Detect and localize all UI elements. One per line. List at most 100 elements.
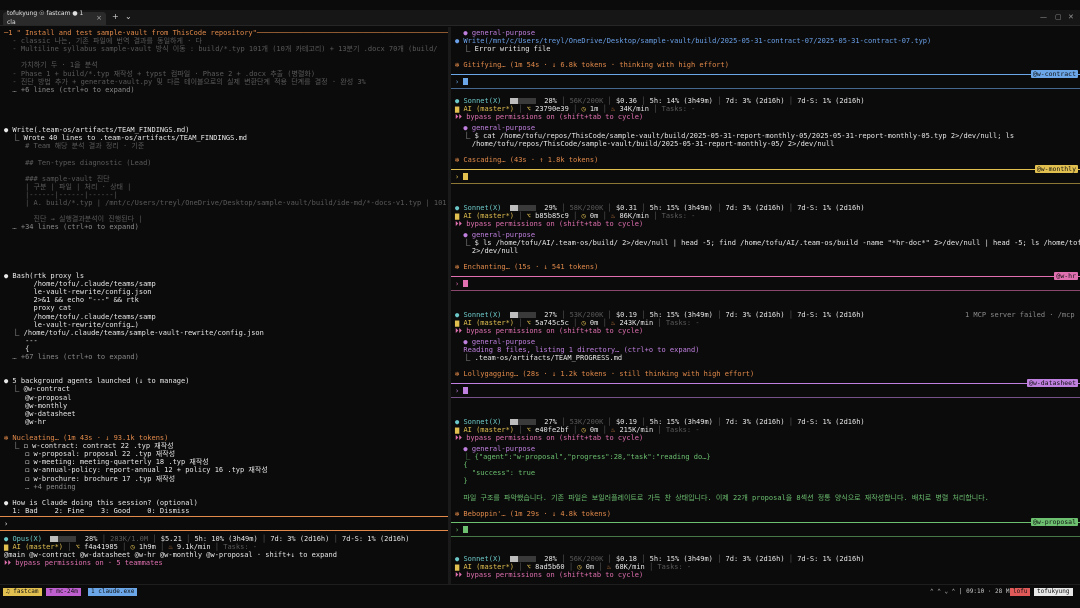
status-sep: │ [653, 426, 666, 434]
context-usage-bar [50, 536, 77, 542]
close-icon[interactable]: × [96, 14, 102, 22]
status-commit: 23790e39 [535, 105, 569, 113]
bypass-permissions-line: ⏵⏵ bypass permissions on (shift+tab to c… [455, 434, 644, 442]
status-pct: 27% [544, 418, 557, 426]
status-sep: │ [556, 555, 570, 563]
status-tasks: Tasks: - [665, 319, 700, 327]
terminal-line: 2>/dev/null [455, 247, 519, 256]
agent-label-w-datasheet[interactable]: @w-datasheet [1027, 378, 1078, 387]
status-tokens: 53K/200K [569, 418, 604, 426]
status-sep: │ [514, 563, 527, 571]
status-sep: │ [556, 418, 570, 426]
agent-label-w-monthly[interactable]: @w-monthly [1034, 164, 1078, 173]
status-sep: │ [63, 543, 76, 551]
status-sep [536, 204, 544, 212]
status-sep: │ [564, 563, 578, 571]
status-sep: │ [637, 555, 650, 563]
status-rate: 215K/min [619, 426, 654, 434]
status-sep: │ [257, 535, 271, 543]
status-sep: ◷ [581, 212, 590, 220]
status-sep: │ [594, 563, 607, 571]
status-d7s: 7d-S: 1% (2d16h) [797, 311, 865, 319]
status-sep [76, 535, 84, 543]
status-sep: │ [97, 535, 111, 543]
agent-label-w-hr[interactable]: @w-hr [1054, 271, 1078, 280]
tab-terminal[interactable]: tofukyung ☉ fastcam ● 1 cla × [3, 10, 106, 26]
agent-prompt[interactable]: › [455, 386, 469, 396]
maximize-button[interactable]: ▢ [1055, 13, 1062, 21]
minimize-button[interactable]: — [1040, 13, 1047, 21]
status-sep: ⌥ [75, 543, 85, 551]
status-h5: 5h: 15% (3h49m) [649, 311, 713, 319]
agent-prompt[interactable]: › [455, 279, 469, 289]
status-sep: │ [712, 311, 726, 319]
status-d7s: 7d-S: 1% (2d16h) [797, 97, 865, 105]
status-sep: │ [637, 311, 650, 319]
status-pct: 27% [544, 311, 557, 319]
agent-prompt[interactable]: › [455, 525, 469, 535]
status-sep: │ [514, 319, 527, 327]
status-time: 0m [585, 563, 595, 571]
agent-label-w-contract[interactable]: @w-contract [1030, 69, 1078, 78]
status-sep: │ [568, 319, 582, 327]
pane-rule [451, 275, 1080, 277]
status-commit: b85b85c9 [535, 212, 569, 220]
pane-rule [451, 521, 1080, 523]
status-sep: │ [514, 105, 527, 113]
agent-label-w-proposal[interactable]: @w-proposal [1030, 517, 1078, 526]
left-pane[interactable]: ─1 " Install and test sample-vault from … [0, 27, 448, 584]
status-sep: │ [784, 204, 798, 212]
status-window-1[interactable]: ⊤ mc-24m [46, 588, 81, 596]
context-usage-bar [509, 419, 536, 425]
status-session[interactable]: ♫ fastcam [3, 588, 42, 596]
status-sep [501, 555, 509, 563]
terminal-line: - Multiline syllabus sample-vault 방식 이동 … [4, 45, 438, 54]
status-pct: 29% [544, 204, 557, 212]
status-sep: │ [603, 97, 616, 105]
tab-menu-icon[interactable]: ⌄ [125, 12, 132, 21]
status-tasks: Tasks: - [661, 212, 696, 220]
status-sep: ⌥ [526, 319, 536, 327]
bypass-permissions-line: ⏵⏵ bypass permissions on (shift+tab to c… [455, 327, 644, 335]
status-d7s: 7d-S: 1% (2d16h) [342, 535, 410, 543]
new-tab-button[interactable]: + [112, 12, 119, 21]
status-sep: │ [514, 212, 527, 220]
close-window-button[interactable]: ✕ [1068, 13, 1074, 21]
status-model: Opus(X) [12, 535, 42, 543]
status-sep: ⌥ [526, 426, 536, 434]
prompt-input[interactable]: › [4, 520, 8, 529]
terminal-line: ⎿ $ ls /home/tofu/AI/.team-os/build/ 2>/… [455, 239, 1080, 248]
status-model: Sonnet(X) [463, 204, 502, 212]
terminal-line: ✻ Lollygagging… (28s · ↓ 1.2k tokens · s… [455, 370, 755, 379]
bypass-permissions-line: ⏵⏵ bypass permissions on (shift+tab to c… [455, 220, 644, 228]
status-sep: │ [712, 97, 726, 105]
status-sep: │ [712, 418, 726, 426]
status-model: Sonnet(X) [463, 418, 502, 426]
terminal-line: # Team 해당 분석 결과 정리 · 기준 [4, 142, 145, 151]
status-sep: │ [568, 105, 582, 113]
status-sep: │ [556, 311, 570, 319]
status-tasks: Tasks: - [223, 543, 257, 551]
status-sep: │ [155, 543, 169, 551]
terminal-line: ✻ Cascading… (43s · ↑ 1.8k tokens) [455, 156, 599, 165]
status-sep: │ [181, 535, 195, 543]
status-sep: │ [514, 426, 527, 434]
status-sep: ◷ [581, 319, 590, 327]
status-h5: 5h: 10% (3h49m) [194, 535, 258, 543]
status-sep: │ [598, 212, 612, 220]
status-sep: │ [784, 97, 798, 105]
status-window-2[interactable]: 1 claude.exe [88, 588, 138, 596]
status-sep [501, 418, 509, 426]
agent-prompt[interactable]: › [455, 172, 469, 182]
terminal-line: @w-hr [4, 417, 47, 426]
status-sep [536, 311, 544, 319]
status-branch: AI (master*) [463, 105, 515, 113]
right-pane[interactable]: ● general-purpose ● Write(/mnt/c/Users/tr… [451, 27, 1080, 584]
agent-prompt[interactable]: › [455, 77, 469, 87]
status-sep: │ [637, 418, 650, 426]
context-usage-bar [509, 556, 536, 562]
status-h5: 5h: 15% (3h49m) [649, 418, 713, 426]
status-branch: AI (master*) [463, 563, 515, 571]
status-badge-host: tofukyung [1034, 588, 1073, 596]
status-commit: f4a41985 [84, 543, 118, 551]
